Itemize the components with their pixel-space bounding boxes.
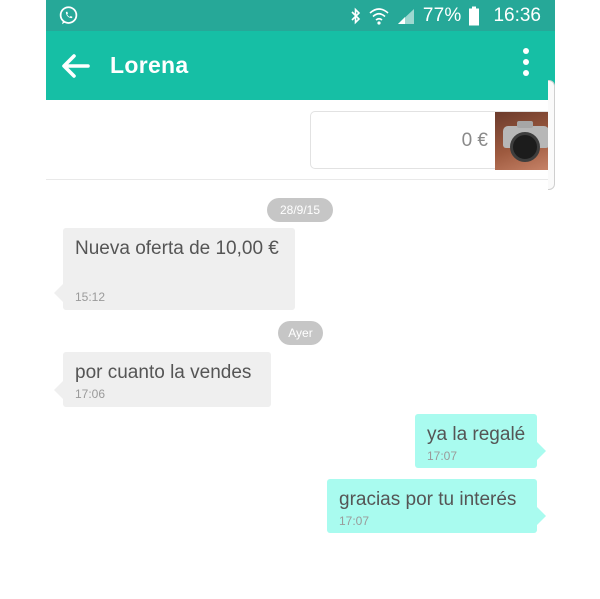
- product-card[interactable]: 0 €: [310, 111, 555, 170]
- message-time: 17:07: [339, 514, 370, 528]
- product-price: 0 €: [461, 130, 488, 151]
- date-separator: 28/9/15: [267, 198, 333, 222]
- message-time: 17:07: [427, 449, 458, 463]
- signal-icon: [397, 8, 414, 24]
- status-bar: 77% 16:36: [46, 0, 555, 31]
- message-text: gracias por tu interés: [339, 489, 517, 510]
- back-arrow-icon[interactable]: [60, 50, 92, 82]
- contact-name[interactable]: Lorena: [110, 52, 188, 79]
- wifi-icon: [369, 7, 389, 25]
- message-text: por cuanto la vendes: [75, 362, 252, 383]
- status-right-group: 77% 16:36: [350, 0, 541, 31]
- camera-lens: [510, 132, 540, 162]
- message-time: 17:06: [75, 387, 106, 401]
- clock: 16:36: [493, 4, 541, 26]
- whatsapp-icon: [59, 6, 78, 25]
- message-text: Nueva oferta de 10,00 €: [75, 238, 279, 259]
- product-header: 0 €: [46, 100, 555, 180]
- bluetooth-icon: [351, 7, 360, 24]
- overflow-menu-icon[interactable]: [521, 48, 531, 82]
- message-list[interactable]: 28/9/15 Nueva oferta de 10,00 € 15:12 Ay…: [46, 181, 555, 599]
- product-thumbnail[interactable]: [495, 112, 555, 170]
- device-edge: [548, 80, 555, 190]
- date-separator: Ayer: [278, 321, 323, 345]
- message-bubble-incoming[interactable]: por cuanto la vendes 17:06: [54, 352, 271, 407]
- battery-icon: [469, 6, 480, 25]
- battery-percent: 77%: [422, 4, 462, 26]
- message-bubble-outgoing[interactable]: ya la regalé 17:07: [415, 414, 546, 468]
- camera-flash: [517, 121, 533, 128]
- message-time: 15:12: [75, 290, 106, 304]
- message-text: ya la regalé: [427, 424, 526, 445]
- app-bar: Lorena: [46, 31, 555, 100]
- message-bubble-outgoing[interactable]: gracias por tu interés 17:07: [327, 479, 546, 533]
- message-bubble-incoming[interactable]: Nueva oferta de 10,00 € 15:12: [54, 228, 295, 310]
- chat-screen: 77% 16:36 Lorena 0 € 28/9/15 Nueva ofert…: [46, 0, 555, 599]
